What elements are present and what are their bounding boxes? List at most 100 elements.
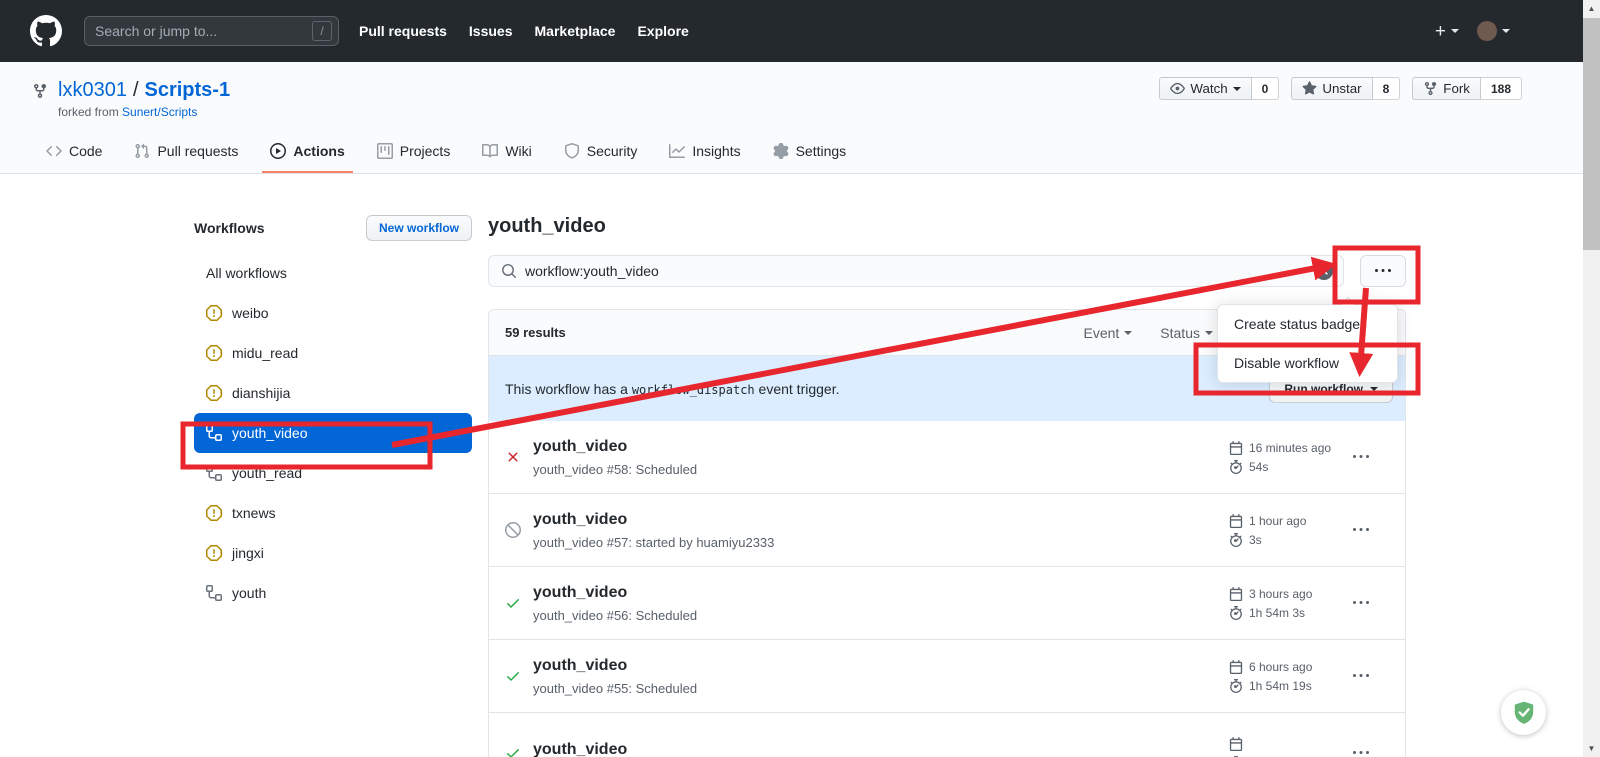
graph-icon bbox=[669, 143, 685, 159]
nav-explore[interactable]: Explore bbox=[637, 23, 688, 39]
nav-issues[interactable]: Issues bbox=[469, 23, 513, 39]
sidebar-item-jingxi[interactable]: jingxi bbox=[194, 533, 472, 573]
kebab-icon bbox=[1353, 449, 1369, 465]
star-count[interactable]: 8 bbox=[1373, 77, 1401, 100]
run-title-link[interactable]: youth_video bbox=[533, 584, 697, 602]
run-row[interactable]: youth_video youth_video #55: Scheduled 6… bbox=[489, 640, 1405, 713]
actions-content: Workflows New workflow All workflows wei… bbox=[194, 174, 1406, 757]
kebab-icon bbox=[1353, 595, 1369, 611]
watch-count[interactable]: 0 bbox=[1252, 77, 1280, 100]
scroll-up-arrow-icon[interactable]: ▲ bbox=[1583, 0, 1600, 17]
workflow-runs-panel: youth_video workflow:youth_video 59 resu… bbox=[488, 215, 1406, 757]
book-icon bbox=[482, 143, 498, 159]
workflow-icon bbox=[206, 425, 222, 441]
circle-slash-icon bbox=[505, 522, 521, 538]
scrollbar-thumb[interactable] bbox=[1583, 18, 1600, 250]
nav-pull-requests[interactable]: Pull requests bbox=[359, 23, 447, 39]
stopwatch-icon bbox=[1229, 606, 1243, 620]
workflow-options-button[interactable] bbox=[1360, 255, 1406, 287]
clear-search-button[interactable] bbox=[1315, 262, 1333, 280]
tab-actions[interactable]: Actions bbox=[262, 131, 352, 173]
user-menu-button[interactable] bbox=[1477, 21, 1510, 41]
tab-pull-requests[interactable]: Pull requests bbox=[126, 131, 246, 173]
workflow-title: youth_video bbox=[488, 215, 1406, 238]
new-workflow-button[interactable]: New workflow bbox=[366, 215, 472, 241]
run-options-button[interactable] bbox=[1353, 595, 1369, 611]
run-options-button[interactable] bbox=[1353, 745, 1369, 757]
scroll-down-arrow-icon[interactable]: ▼ bbox=[1583, 740, 1600, 757]
fork-button[interactable]: Fork bbox=[1412, 77, 1481, 100]
stopwatch-icon bbox=[1229, 533, 1243, 547]
unstar-button[interactable]: Unstar bbox=[1291, 77, 1372, 100]
runs-search-input[interactable]: workflow:youth_video bbox=[488, 255, 1344, 287]
caret-down-icon bbox=[1451, 29, 1459, 33]
status-filter-dropdown[interactable]: Status bbox=[1160, 325, 1213, 341]
fork-group: Fork 188 bbox=[1412, 77, 1522, 100]
sidebar-item-txnews[interactable]: txnews bbox=[194, 493, 472, 533]
nav-marketplace[interactable]: Marketplace bbox=[535, 23, 616, 39]
tab-wiki[interactable]: Wiki bbox=[474, 131, 539, 173]
run-row[interactable]: youth_video youth_video #56: Scheduled 3… bbox=[489, 567, 1405, 640]
sidebar-item-midu-read[interactable]: midu_read bbox=[194, 333, 472, 373]
create-new-button[interactable]: + bbox=[1435, 22, 1459, 41]
sidebar-item-dianshijia[interactable]: dianshijia bbox=[194, 373, 472, 413]
caret-down-icon bbox=[1502, 29, 1510, 33]
warning-icon bbox=[206, 385, 222, 401]
warning-icon bbox=[206, 545, 222, 561]
workflow-options-menu: Create status badge Disable workflow bbox=[1217, 304, 1398, 383]
run-subtitle: youth_video #58: Scheduled bbox=[533, 462, 697, 477]
run-title-link[interactable]: youth_video bbox=[533, 511, 774, 529]
repo-owner-link[interactable]: lxk0301 bbox=[58, 79, 127, 102]
calendar-icon bbox=[1229, 737, 1243, 751]
global-search-input[interactable]: Search or jump to... / bbox=[84, 16, 339, 46]
play-icon bbox=[270, 143, 286, 159]
caret-down-icon bbox=[1370, 387, 1378, 391]
gear-icon bbox=[773, 143, 789, 159]
check-icon bbox=[505, 745, 521, 757]
watch-button[interactable]: Watch bbox=[1159, 77, 1251, 100]
run-row[interactable]: youth_video youth_video #57: started by … bbox=[489, 494, 1405, 567]
x-icon bbox=[505, 449, 521, 465]
sidebar-item-youth-read[interactable]: youth_read bbox=[194, 453, 472, 493]
scrollbar[interactable]: ▲ ▼ bbox=[1583, 0, 1600, 757]
run-options-button[interactable] bbox=[1353, 668, 1369, 684]
run-options-button[interactable] bbox=[1353, 449, 1369, 465]
tab-settings[interactable]: Settings bbox=[765, 131, 855, 173]
run-title-link[interactable]: youth_video bbox=[533, 657, 697, 675]
sidebar-item-youth-video[interactable]: youth_video bbox=[194, 413, 472, 453]
kebab-icon bbox=[1353, 522, 1369, 538]
fork-source-link[interactable]: Sunert/Scripts bbox=[122, 105, 197, 119]
tab-security[interactable]: Security bbox=[556, 131, 646, 173]
star-group: Unstar 8 bbox=[1291, 77, 1400, 100]
calendar-icon bbox=[1229, 441, 1243, 455]
tab-code[interactable]: Code bbox=[38, 131, 110, 173]
sidebar-item-weibo[interactable]: weibo bbox=[194, 293, 472, 333]
tab-projects[interactable]: Projects bbox=[369, 131, 459, 173]
shield-badge[interactable] bbox=[1501, 690, 1546, 735]
search-icon bbox=[501, 263, 517, 279]
run-row[interactable]: youth_video bbox=[489, 713, 1405, 757]
menu-item-disable-workflow[interactable]: Disable workflow bbox=[1218, 344, 1397, 382]
repo-tabs: Code Pull requests Actions Projects Wiki… bbox=[38, 131, 1600, 173]
stopwatch-icon bbox=[1229, 460, 1243, 474]
run-row[interactable]: youth_video youth_video #58: Scheduled 1… bbox=[489, 421, 1405, 494]
repo-separator: / bbox=[133, 79, 139, 102]
global-search-placeholder: Search or jump to... bbox=[95, 23, 312, 39]
sidebar-item-all-workflows[interactable]: All workflows bbox=[194, 253, 472, 293]
kebab-icon bbox=[1353, 668, 1369, 684]
event-filter-dropdown[interactable]: Event bbox=[1083, 325, 1132, 341]
star-icon bbox=[1302, 81, 1317, 96]
menu-item-create-status-badge[interactable]: Create status badge bbox=[1218, 305, 1397, 343]
tab-insights[interactable]: Insights bbox=[661, 131, 748, 173]
run-title-link[interactable]: youth_video bbox=[533, 741, 627, 757]
run-meta bbox=[1229, 737, 1329, 757]
calendar-icon bbox=[1229, 514, 1243, 528]
github-logo-icon[interactable] bbox=[30, 15, 62, 47]
banner-text: This workflow has a workflow_dispatch ev… bbox=[505, 381, 839, 397]
fork-count[interactable]: 188 bbox=[1481, 77, 1522, 100]
run-title-link[interactable]: youth_video bbox=[533, 438, 697, 456]
repo-name-link[interactable]: Scripts-1 bbox=[145, 79, 231, 102]
sidebar-item-youth[interactable]: youth bbox=[194, 573, 472, 613]
forked-from: forked from Sunert/Scripts bbox=[58, 105, 1600, 119]
run-options-button[interactable] bbox=[1353, 522, 1369, 538]
